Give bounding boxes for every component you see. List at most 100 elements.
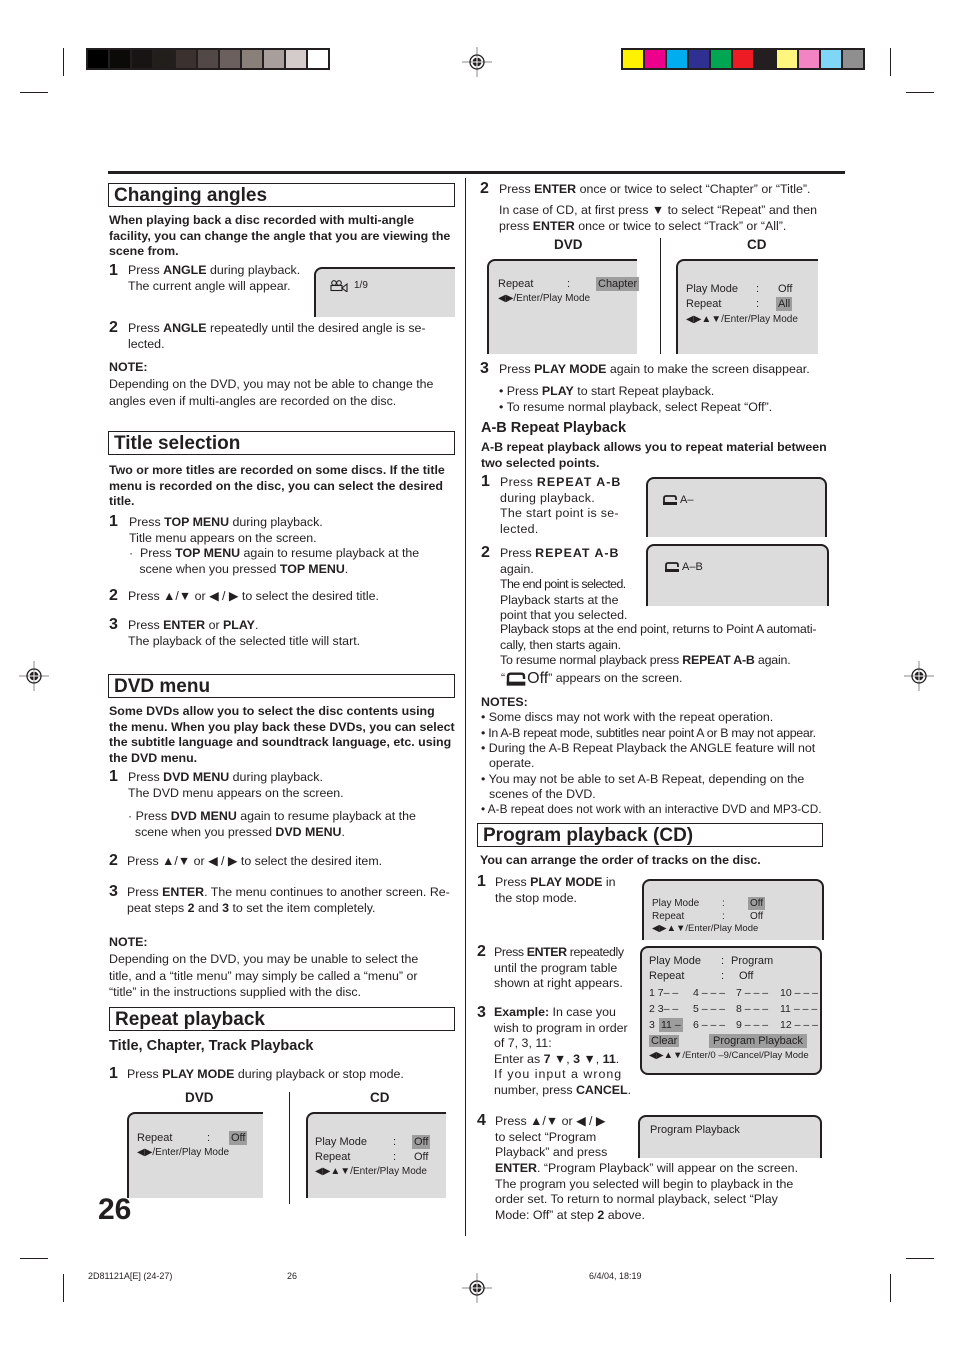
note-item: • You may not be able to set A-B Repeat,… (481, 772, 805, 786)
crop-mark (20, 92, 48, 93)
step-text: Press PLAY MODE during playback or stop … (127, 1067, 404, 1081)
up-arrow-icon: ▲ (530, 1114, 543, 1128)
color-swatch (176, 50, 198, 68)
divider (289, 1092, 290, 1204)
registration-mark-icon (904, 661, 934, 691)
program-slot: 5 – – – (693, 1003, 726, 1015)
crop-mark (63, 1274, 64, 1302)
footer-code: 2D81121A[E] (24-27) (88, 1271, 173, 1281)
note-item: • During the A-B Repeat Playback the ANG… (481, 741, 816, 755)
bullet-text: · Press TOP MENU again to resume playbac… (129, 546, 420, 576)
program-slot: 4 – – – (693, 987, 726, 999)
program-intro: You can arrange the order of tracks on t… (480, 853, 761, 867)
crop-mark (63, 48, 64, 76)
step-text: Press PLAY MODE again to make the screen… (499, 362, 810, 376)
step-text: Press ENTER. The menu continues to anoth… (127, 885, 450, 915)
cd-column-label: CD (370, 1090, 390, 1105)
color-swatch (777, 50, 799, 68)
dvd-column-label: DVD (185, 1090, 214, 1105)
color-swatch (755, 50, 777, 68)
program-slot: 3 (649, 1019, 655, 1031)
crop-mark (890, 1274, 891, 1302)
page-number: 26 (98, 1193, 132, 1226)
program-slot: 9 – – – (736, 1019, 769, 1031)
step-text: Press ▲/▼ or ◀ / ▶ to select the desired… (127, 854, 383, 868)
down-arrow-icon: ▼ (553, 1051, 567, 1066)
program-slot: 10 – – – (780, 987, 818, 999)
program-slot-active: 11 – (659, 1018, 683, 1032)
header-rule (108, 171, 845, 174)
step-text: Press REPEAT A-B again. The end point is s… (500, 546, 628, 622)
program-slot: 2 3– – (649, 1003, 679, 1015)
color-swatch-bar (621, 48, 865, 70)
notes-label: NOTES: (481, 695, 528, 709)
registration-mark-icon (462, 1273, 492, 1303)
program-slot-row: 2 3– – 5 – – – 8 – – – 11 – – – (649, 1002, 821, 1016)
note-label: NOTE: (109, 360, 148, 374)
registration-mark-icon (462, 47, 492, 77)
note-item: • A-B repeat does not work with an inter… (481, 802, 822, 816)
step-number: 2 (109, 852, 118, 869)
program-slot: 1 7– – (649, 987, 679, 999)
step-text: Press ENTER or PLAY. The playback of the … (128, 618, 361, 648)
crop-mark (20, 1258, 48, 1259)
step-number: 1 (109, 768, 118, 785)
program-slot: 8 – – – (736, 1003, 769, 1015)
angle-value: 1/9 (354, 280, 368, 291)
step-text: Press ANGLE during playback. The current … (128, 263, 301, 293)
step-number: 2 (109, 319, 118, 336)
section-title-program-playback: Program playback (CD) (477, 823, 823, 847)
note-item: • Some discs may not work with the repea… (481, 710, 774, 724)
step-text: Press ENTER repeatedly until the program … (494, 945, 624, 990)
color-swatch (308, 50, 328, 68)
color-swatch (264, 50, 286, 68)
color-swatch (711, 50, 733, 68)
ab-repeat-a-osd-screen: A– (646, 477, 827, 537)
step-text: In case of CD, at first press ▼ to selec… (499, 203, 818, 233)
color-swatch (154, 50, 176, 68)
color-swatch (242, 50, 264, 68)
note-text: Depending on the DVD, you may be unable … (109, 952, 419, 999)
program-slot-row: 3 11 – 6 – – – 9 – – – 12 – – – (649, 1018, 821, 1032)
right-arrow-icon: ▶ (228, 589, 239, 603)
step-text: Press ANGLE repeatedly until the desired… (128, 321, 426, 351)
color-swatch (198, 50, 220, 68)
bullet-text: • Press PLAY to start Repeat playback. • … (499, 384, 773, 414)
step-text: ENTER. “Program Playback” will appear on… (495, 1161, 799, 1222)
step-number: 3 (480, 360, 489, 377)
gray-swatch-bar (86, 48, 330, 70)
repeat-icon (506, 672, 526, 686)
step-number: 1 (481, 473, 490, 490)
note-label: NOTE: (109, 935, 148, 949)
color-swatch (220, 50, 242, 68)
clear-option: Clear (649, 1035, 680, 1047)
step-number: 2 (481, 544, 490, 561)
note-item: • In A-B repeat mode, subtitles near poi… (481, 726, 816, 740)
changing-angles-intro: When playing back a disc recorded with m… (109, 213, 451, 258)
right-arrow-icon: ▶ (227, 854, 238, 868)
crop-mark (906, 92, 934, 93)
camera-angle-icon (330, 280, 348, 292)
left-arrow-icon: ◀ (208, 854, 218, 868)
step-number: 1 (109, 513, 118, 530)
registration-mark-icon (19, 661, 49, 691)
step-number: 4 (477, 1112, 486, 1129)
left-arrow-icon: ◀ (576, 1114, 586, 1128)
step-text: Press PLAY MODE in the stop mode. (495, 875, 616, 905)
cd-repeat-osd-screen: Play Mode: Off Repeat: Off ◀▶▲▼/Enter/Play… (306, 1112, 446, 1198)
dvd-repeat-chapter-osd-screen: Repeat: Chapter ◀▶/Enter/Play Mode (487, 259, 640, 354)
note-text: Depending on the DVD, you may not be abl… (109, 377, 434, 408)
step-text: Example: In case you wish to program in o… (494, 1005, 632, 1097)
step-number: 1 (477, 873, 486, 890)
down-arrow-icon: ▼ (651, 203, 665, 217)
program-table-osd-screen: Play Mode: Program Repeat: Off 1 7– – 4 – … (640, 946, 822, 1075)
down-arrow-icon: ▼ (583, 1051, 596, 1066)
ab-repeat-intro: A-B repeat playback allows you to repeat… (481, 440, 827, 470)
repeat-icon (665, 562, 679, 572)
dvd-repeat-osd-screen: Repeat: Off ◀▶/Enter/Play Mode (127, 1112, 263, 1198)
down-arrow-icon: ▼ (545, 1114, 559, 1128)
footer-date: 6/4/04, 18:19 (589, 1271, 642, 1281)
section-title-changing-angles: Changing angles (108, 183, 455, 207)
step-number: 3 (477, 1004, 486, 1021)
section-title-dvd-menu: DVD menu (108, 674, 455, 698)
